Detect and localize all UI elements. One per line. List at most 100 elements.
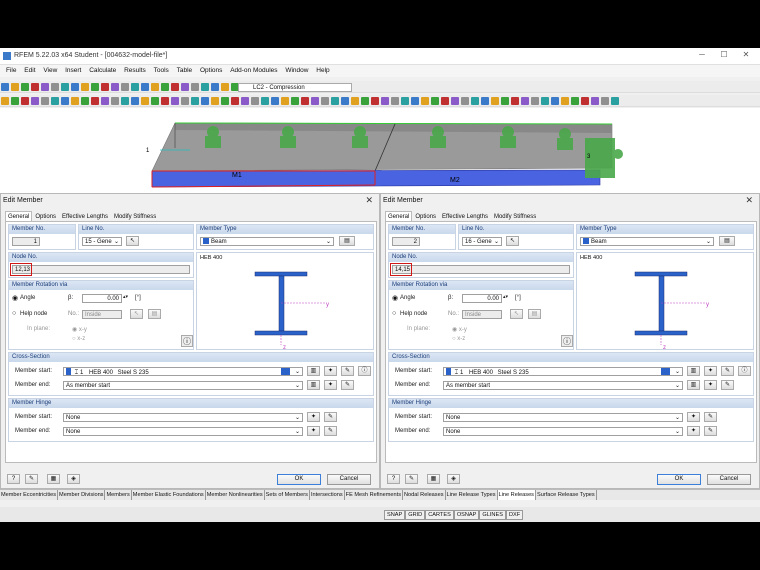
toolbar-tool-icon[interactable]: [421, 97, 429, 105]
units-icon[interactable]: ▦: [47, 474, 60, 484]
beta-spinner-icon[interactable]: ▴▾: [123, 294, 128, 300]
toolbar-tool-icon[interactable]: [591, 97, 599, 105]
toolbar-tool-icon[interactable]: [71, 97, 79, 105]
toolbar-tool-icon[interactable]: [151, 97, 159, 105]
toolbar-tool-icon[interactable]: [11, 83, 19, 91]
cs-edit-button[interactable]: ✎: [341, 366, 354, 376]
toolbar-tool-icon[interactable]: [521, 97, 529, 105]
loadcase-select[interactable]: LC2 - Compression: [238, 83, 352, 92]
units-icon[interactable]: ▦: [427, 474, 440, 484]
toolbar-icons[interactable]: [0, 83, 260, 95]
cancel-button[interactable]: Cancel: [327, 474, 371, 485]
hinge-start-edit-button[interactable]: ✎: [704, 412, 717, 422]
toolbar-tool-icon[interactable]: [1, 97, 9, 105]
node-list-button[interactable]: ▤: [528, 309, 541, 319]
toolbar-tool-icon[interactable]: [361, 97, 369, 105]
close-icon[interactable]: ✕: [736, 50, 756, 62]
toolbar-tool-icon[interactable]: [291, 97, 299, 105]
member-no-field[interactable]: 2: [392, 237, 420, 246]
hinge-start-select[interactable]: None ⌄: [63, 413, 303, 422]
member-type-edit-button[interactable]: ▤: [719, 236, 735, 246]
cs-end-library-button[interactable]: ▥: [307, 380, 320, 390]
cs-end-new-button[interactable]: ✦: [704, 380, 717, 390]
toolbar-tool-icon[interactable]: [51, 97, 59, 105]
toolbar-tool-icon[interactable]: [41, 83, 49, 91]
toolbar-tool-icon[interactable]: [91, 83, 99, 91]
toolbar-tool-icon[interactable]: [171, 83, 179, 91]
menu-options[interactable]: Options: [200, 65, 222, 77]
toolbar-tool-icon[interactable]: [81, 83, 89, 91]
toolbar-tool-icon[interactable]: [181, 83, 189, 91]
toolbar-tool-icon[interactable]: [271, 97, 279, 105]
hinge-end-edit-button[interactable]: ✎: [324, 426, 337, 436]
toolbar-tool-icon[interactable]: [411, 97, 419, 105]
edit-icon[interactable]: ✎: [405, 474, 418, 484]
cs-new-button[interactable]: ✦: [324, 366, 337, 376]
toolbar-tool-icon[interactable]: [501, 97, 509, 105]
cs-end-edit-button[interactable]: ✎: [341, 380, 354, 390]
toolbar-tool-icon[interactable]: [151, 83, 159, 91]
minimize-icon[interactable]: ─: [692, 50, 712, 62]
toolbar-tool-icon[interactable]: [511, 97, 519, 105]
dialog-close-icon[interactable]: ✕: [745, 195, 753, 206]
toolbar-tool-icon[interactable]: [231, 97, 239, 105]
toolbar-tool-icon[interactable]: [191, 97, 199, 105]
menu-results[interactable]: Results: [124, 65, 146, 77]
hinge-end-edit-button[interactable]: ✎: [704, 426, 717, 436]
toolbar-tool-icon[interactable]: [381, 97, 389, 105]
member-type-select[interactable]: Beam ⌄: [580, 237, 714, 246]
table-tab[interactable]: Line Releases: [497, 490, 536, 500]
toolbar-tool-icon[interactable]: [251, 97, 259, 105]
toolbar-tool-icon[interactable]: [21, 83, 29, 91]
menu-tools[interactable]: Tools: [154, 65, 169, 77]
angle-radio[interactable]: ◉: [392, 294, 398, 302]
cs-library-button[interactable]: ▥: [307, 366, 320, 376]
status-toggle-dxf[interactable]: DXF: [505, 510, 524, 520]
menu-view[interactable]: View: [43, 65, 57, 77]
cs-library-button[interactable]: ▥: [687, 366, 700, 376]
node-list-button[interactable]: ▤: [148, 309, 161, 319]
node-no-field[interactable]: 12,13: [12, 265, 190, 274]
xy-radio[interactable]: ◉ x-y: [72, 326, 87, 333]
toolbar-tool-icon[interactable]: [531, 97, 539, 105]
toolbar-tool-icon[interactable]: [241, 97, 249, 105]
help-node-radio[interactable]: ○: [12, 310, 16, 317]
pick-line-button[interactable]: ↖: [506, 236, 519, 246]
hinge-start-select[interactable]: None ⌄: [443, 413, 683, 422]
cs-end-edit-button[interactable]: ✎: [721, 380, 734, 390]
toolbar-tool-icon[interactable]: [131, 83, 139, 91]
table-tab[interactable]: Member Nonlinearities: [206, 490, 265, 500]
toolbar-tool-icon[interactable]: [41, 97, 49, 105]
member-type-edit-button[interactable]: ▤: [339, 236, 355, 246]
beta-input[interactable]: 0.00: [462, 294, 502, 303]
help-node-select[interactable]: Inside: [82, 310, 122, 319]
xz-radio[interactable]: ○ x-z: [452, 336, 465, 342]
toolbar-tool-icon[interactable]: [401, 97, 409, 105]
toolbar-tool-icon[interactable]: [611, 97, 619, 105]
toolbar-tool-icon[interactable]: [321, 97, 329, 105]
toolbar-tool-icon[interactable]: [111, 83, 119, 91]
help-icon[interactable]: ?: [7, 474, 20, 484]
cs-start-select[interactable]: ⌶ 1 HEB 400 Steel S 235 ⌄: [443, 367, 683, 376]
member-type-select[interactable]: Beam ⌄: [200, 237, 334, 246]
toolbar-tool-icon[interactable]: [601, 97, 609, 105]
toolbar-tool-icon[interactable]: [31, 97, 39, 105]
dialog-close-icon[interactable]: ✕: [365, 195, 373, 206]
info-button[interactable]: ⓘ: [181, 335, 193, 347]
table-tab[interactable]: Intersections: [310, 490, 345, 500]
toolbar-tool-icon[interactable]: [161, 97, 169, 105]
toolbar-tool-icon[interactable]: [191, 83, 199, 91]
toolbar-tool-icon[interactable]: [571, 97, 579, 105]
toolbar-tool-icon[interactable]: [221, 83, 229, 91]
cs-end-select[interactable]: As member start ⌄: [443, 381, 683, 390]
line-no-select[interactable]: 15 - Gene ⌄: [82, 237, 122, 246]
toolbar-tool-icon[interactable]: [371, 97, 379, 105]
help-node-select[interactable]: Inside: [462, 310, 502, 319]
toolbar-tool-icon[interactable]: [61, 97, 69, 105]
xz-radio[interactable]: ○ x-z: [72, 336, 85, 342]
node-no-field[interactable]: 14,15: [392, 265, 570, 274]
line-no-select[interactable]: 16 - Gene ⌄: [462, 237, 502, 246]
angle-radio[interactable]: ◉: [12, 294, 18, 302]
toolbar-tool-icon[interactable]: [301, 97, 309, 105]
toolbar-tool-icon[interactable]: [61, 83, 69, 91]
